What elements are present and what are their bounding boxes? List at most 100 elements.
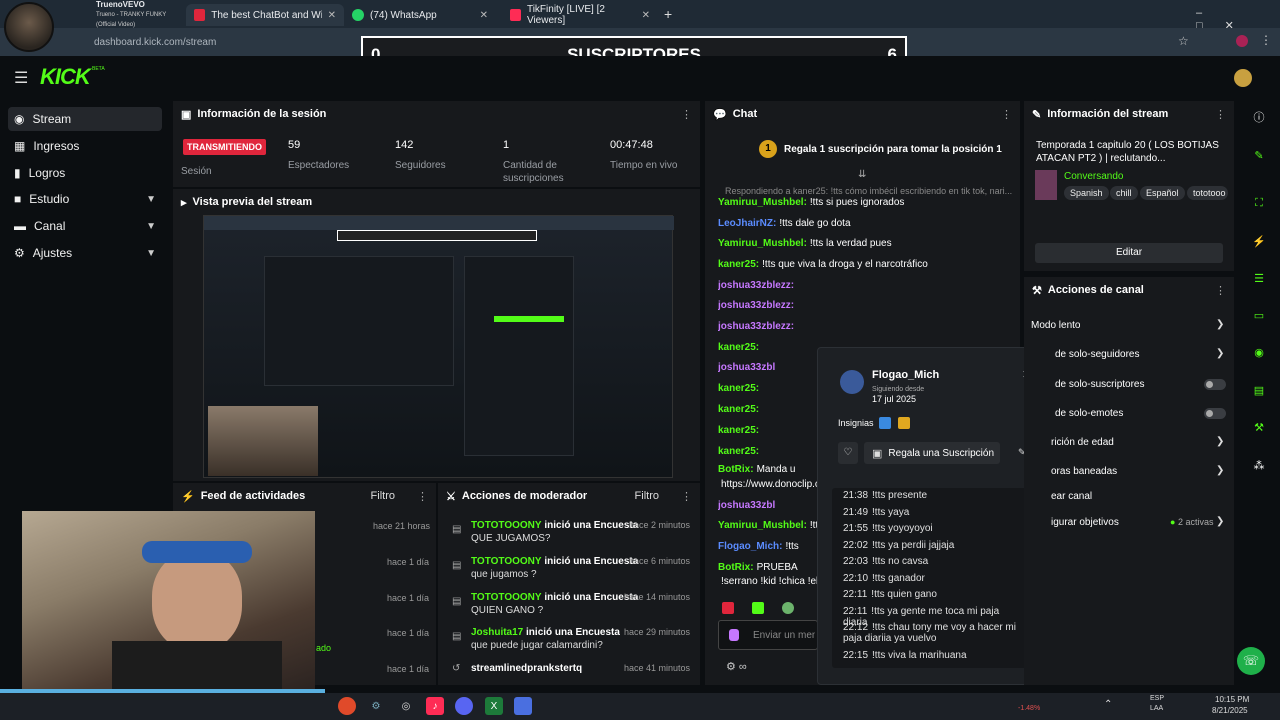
chat-username[interactable]: Flogao_Mich: [718, 541, 782, 552]
sidebar-item-estudio[interactable]: ■ Estudio ▼ [8, 187, 162, 211]
mod-user[interactable]: TOTOTOOONY [471, 592, 542, 603]
excel-icon[interactable]: X [485, 697, 503, 715]
steam-icon[interactable]: ⚙ [367, 697, 385, 715]
hamburger-icon[interactable]: ☰ [14, 68, 28, 88]
stream-tag[interactable]: Español [1140, 186, 1185, 200]
info-icon[interactable]: ⓘ [1250, 108, 1268, 126]
chat-message[interactable]: joshua33zblezz: [718, 321, 1018, 335]
edit-stream-button[interactable]: Editar [1035, 243, 1223, 263]
mod-row[interactable]: ▤ TOTOTOOONY inició una Encuesta QUE JUGAM… [446, 520, 696, 544]
chat-username[interactable]: joshua33zbl [718, 362, 775, 373]
obs-icon[interactable]: ◎ [397, 697, 415, 715]
clock-time[interactable]: 10:15 PM [1215, 695, 1249, 704]
settings-icon[interactable]: ⚙ ∞ [726, 660, 747, 673]
url-text[interactable]: dashboard.kick.com/stream [94, 37, 216, 48]
sidebar-item-ingresos[interactable]: ▦ Ingresos [8, 134, 162, 158]
more-icon[interactable]: ⋮ [1001, 108, 1012, 121]
chat-username[interactable]: Yamiruu_Mushbel: [718, 238, 807, 249]
emotes-only-toggle[interactable] [1204, 408, 1226, 419]
chat-message[interactable]: Yamiruu_Mushbel: !tts la verdad pues [718, 238, 1018, 252]
discord-icon[interactable] [455, 697, 473, 715]
chat-username[interactable]: BotRix: [718, 464, 754, 475]
support-chat-icon[interactable]: ☏ [1237, 647, 1265, 675]
tab-chatbot[interactable]: The best ChatBot and Widgets ✕ [186, 4, 344, 26]
mod-user[interactable]: Joshuita17 [471, 627, 523, 638]
sidebar-item-canal[interactable]: ▬ Canal ▼ [8, 214, 162, 238]
tiktok-icon[interactable]: ♪ [426, 697, 444, 715]
layout-icon[interactable]: ▤ [1250, 381, 1268, 399]
chat-username[interactable]: kaner25: [718, 404, 759, 415]
gift-sub-banner[interactable]: Regala 1 suscripción para tomar la posic… [784, 144, 1002, 155]
tools-icon[interactable]: ⚒ [1250, 418, 1268, 436]
chat-message[interactable]: joshua33zblezz: [718, 300, 1018, 314]
more-icon[interactable]: ⋮ [681, 490, 692, 503]
filter-button[interactable]: Filtro [371, 490, 395, 502]
user-avatar[interactable] [1234, 69, 1252, 87]
chat-username[interactable]: Yamiruu_Mushbel: [718, 197, 807, 208]
chat-username[interactable]: joshua33zblezz: [718, 280, 794, 291]
mod-row[interactable]: ▤ TOTOTOOONY inició una Encuesta que jugam… [446, 556, 696, 580]
chat-username[interactable]: kaner25: [718, 383, 759, 394]
broadcast-icon[interactable]: ◉ [1250, 343, 1268, 361]
more-icon[interactable]: ⋮ [1215, 108, 1226, 121]
mod-user[interactable]: TOTOTOOONY [471, 520, 542, 531]
list-icon[interactable]: ☰ [1250, 269, 1268, 287]
close-icon[interactable]: ✕ [642, 10, 650, 21]
sidebar-item-ajustes[interactable]: ⚙ Ajustes ▼ [8, 241, 162, 265]
action-subs-only[interactable]: de solo-suscriptores [1055, 379, 1144, 390]
action-banned-words[interactable]: oras baneadas [1051, 466, 1117, 477]
subs-only-toggle[interactable] [1204, 379, 1226, 390]
action-age-restriction[interactable]: rición de edad [1051, 437, 1114, 448]
follow-heart-icon[interactable]: ♡ [838, 442, 858, 464]
chat-icon[interactable]: ▭ [1250, 306, 1268, 324]
grid-icon[interactable]: ⁂ [1250, 456, 1268, 474]
expand-icon[interactable]: ⛶ [1250, 194, 1268, 212]
stream-tag[interactable]: chill [1110, 186, 1138, 200]
mod-row[interactable]: ▤ TOTOTOOONY inició una Encuesta QUIEN GAN… [446, 592, 696, 616]
new-tab-icon[interactable]: + [664, 6, 672, 22]
sidebar-item-logros[interactable]: ▮ Logros [8, 161, 162, 185]
chat-username[interactable]: Yamiruu_Mushbel: [718, 520, 807, 531]
chat-username[interactable]: LeoJhairNZ: [718, 218, 776, 229]
action-emotes-only[interactable]: de solo-emotes [1055, 408, 1123, 419]
more-icon[interactable]: ⋮ [417, 490, 428, 503]
chat-input[interactable]: Enviar un mensaje [718, 620, 818, 650]
chrome-icon[interactable] [338, 697, 356, 715]
chat-username[interactable]: kaner25: [718, 259, 759, 270]
emote-shortcut-icon[interactable] [722, 602, 734, 614]
emote-icon[interactable] [729, 629, 739, 641]
action-slow-mode[interactable]: Modo lento [1031, 320, 1080, 331]
gift-sub-button[interactable]: ▣ Regala una Suscripción [864, 442, 1000, 464]
chat-message[interactable]: Yamiruu_Mushbel: !tts si pues ignorados [718, 197, 1018, 211]
mod-row[interactable]: ▤ Joshuita17 inició una Encuesta que puede… [446, 627, 696, 651]
sidebar-item-stream[interactable]: ◉ Stream [8, 107, 162, 131]
chat-username[interactable]: joshua33zbl [718, 500, 775, 511]
chat-username[interactable]: kaner25: [718, 446, 759, 457]
tab-tikfinity[interactable]: TikFinity [LIVE] [2 Viewers] ✕ [502, 4, 658, 26]
stream-tag[interactable]: Spanish [1064, 186, 1109, 200]
close-icon[interactable]: ✕ [480, 10, 488, 21]
more-icon[interactable]: ⋮ [681, 108, 692, 121]
stream-preview-video[interactable] [203, 215, 674, 478]
mod-row[interactable]: ↺ streamlinedprankstertq hace 41 minutos [446, 663, 696, 674]
app-icon[interactable] [514, 697, 532, 715]
menu-icon[interactable]: ⋮ [1260, 33, 1272, 47]
profile-avatar[interactable] [1236, 35, 1248, 47]
emote-shortcut-icon[interactable] [782, 602, 794, 614]
chat-username[interactable]: BotRix: [718, 562, 754, 573]
bolt-icon[interactable]: ⚡ [1250, 232, 1268, 250]
scroll-down-icon[interactable]: ⇊ [858, 169, 866, 180]
mod-user[interactable]: streamlinedprankstertq [471, 663, 582, 674]
chat-username[interactable]: joshua33zblezz: [718, 300, 794, 311]
action-raid-channel[interactable]: ear canal [1051, 491, 1092, 502]
category-name[interactable]: Conversando [1064, 171, 1123, 182]
chat-username[interactable]: kaner25: [718, 342, 759, 353]
chat-username[interactable]: kaner25: [718, 425, 759, 436]
action-followers-only[interactable]: de solo-seguidores [1055, 349, 1140, 360]
pencil-icon[interactable]: ✎ [1250, 146, 1268, 164]
stream-tag[interactable]: tototooo [1187, 186, 1228, 200]
kick-logo[interactable]: KICK [40, 64, 91, 90]
action-goals[interactable]: igurar objetivos [1051, 517, 1119, 528]
mod-user[interactable]: TOTOTOOONY [471, 556, 542, 567]
filter-button[interactable]: Filtro [635, 490, 659, 502]
